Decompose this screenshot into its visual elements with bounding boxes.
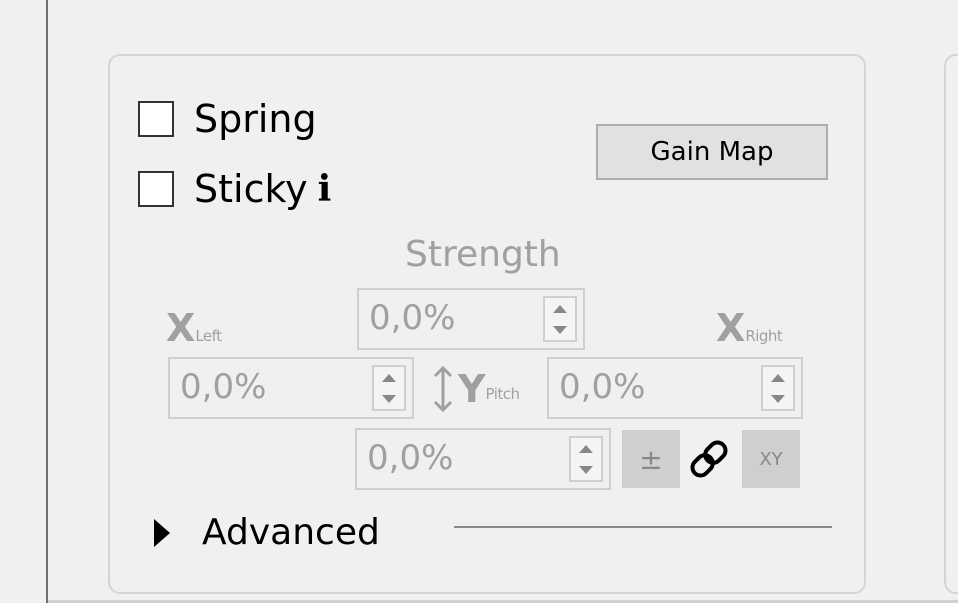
x-left-sub: Left xyxy=(195,327,222,345)
sticky-checkbox[interactable] xyxy=(138,171,174,207)
plus-minus-button[interactable]: ± xyxy=(622,430,680,488)
spring-checkbox[interactable] xyxy=(138,101,174,137)
y-pitch-spin-arrows[interactable] xyxy=(569,436,603,482)
advanced-label[interactable]: Advanced xyxy=(202,512,380,553)
x-left-spin-arrows[interactable] xyxy=(372,365,406,411)
x-right-label: XRight xyxy=(716,306,783,350)
left-panel-edge xyxy=(0,0,48,603)
x-right-spin-arrows[interactable] xyxy=(761,365,795,411)
gain-map-button[interactable]: Gain Map xyxy=(596,124,828,180)
link-icon xyxy=(690,440,728,478)
strength-value[interactable]: 0,0% xyxy=(369,298,455,338)
advanced-expander[interactable]: Advanced xyxy=(154,512,380,553)
spin-down-icon[interactable] xyxy=(382,394,396,403)
strength-label: Strength xyxy=(405,234,561,275)
spin-up-icon[interactable] xyxy=(771,373,785,382)
x-left-letter: X xyxy=(166,306,196,350)
y-pitch-sub: Pitch xyxy=(485,385,521,403)
vertical-arrows-icon xyxy=(433,366,453,412)
x-right-spinbox[interactable]: 0,0% xyxy=(547,357,803,419)
link-button[interactable] xyxy=(686,436,732,482)
strength-spinbox[interactable]: 0,0% xyxy=(357,288,585,350)
x-right-value[interactable]: 0,0% xyxy=(559,367,645,407)
strength-spin-arrows[interactable] xyxy=(543,296,577,342)
y-pitch-label: Y Pitch xyxy=(432,366,520,412)
x-left-value[interactable]: 0,0% xyxy=(180,367,266,407)
y-pitch-letter: Y xyxy=(458,367,486,411)
adjacent-group-box xyxy=(944,54,958,594)
x-left-spinbox[interactable]: 0,0% xyxy=(168,357,414,419)
spring-label: Spring xyxy=(194,97,317,141)
sticky-label: Sticky xyxy=(194,167,308,211)
spring-checkbox-row[interactable]: Spring xyxy=(138,100,317,138)
y-pitch-value[interactable]: 0,0% xyxy=(367,438,453,478)
advanced-separator xyxy=(454,526,832,528)
sticky-checkbox-row[interactable]: Sticky i xyxy=(138,168,331,210)
spin-down-icon[interactable] xyxy=(771,394,785,403)
spin-down-icon[interactable] xyxy=(553,325,567,334)
x-right-sub: Right xyxy=(745,327,783,345)
expand-arrow-icon[interactable] xyxy=(154,518,170,547)
info-icon[interactable]: i xyxy=(318,168,332,210)
spin-up-icon[interactable] xyxy=(553,304,567,313)
xy-button[interactable]: XY xyxy=(742,430,800,488)
spin-down-icon[interactable] xyxy=(579,465,593,474)
x-left-label: XLeft xyxy=(166,306,222,350)
y-pitch-spinbox[interactable]: 0,0% xyxy=(355,428,611,490)
x-right-letter: X xyxy=(716,306,746,350)
spin-up-icon[interactable] xyxy=(382,373,396,382)
spin-up-icon[interactable] xyxy=(579,444,593,453)
